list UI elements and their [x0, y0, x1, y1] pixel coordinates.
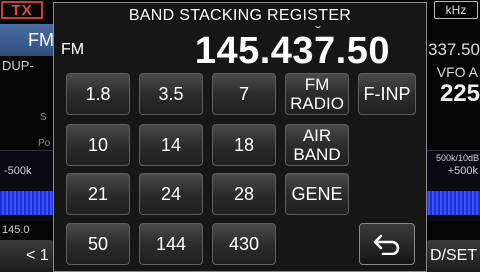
- band-button-7[interactable]: 7: [212, 73, 276, 115]
- frequency-input-button[interactable]: F-INP: [358, 73, 416, 115]
- return-arrow-icon: [373, 233, 401, 255]
- band-stacking-dialog: BAND STACKING REGISTER FM ˇ 145.437.50 1…: [53, 2, 427, 272]
- scope-left-span-label: -500k: [4, 165, 32, 177]
- band-button-14[interactable]: 14: [139, 124, 203, 166]
- air-band-button[interactable]: AIR BAND: [285, 124, 349, 166]
- dup-label: DUP-: [2, 58, 34, 73]
- vfo-label: VFO A: [436, 64, 478, 80]
- band-button-50[interactable]: 50: [66, 223, 130, 265]
- band-button-28[interactable]: 28: [212, 173, 276, 215]
- band-button-10[interactable]: 10: [66, 124, 130, 166]
- left-spectrum-scope: -500k: [0, 150, 54, 221]
- khz-indicator: kHz: [434, 1, 478, 19]
- band-button-430[interactable]: 430: [212, 223, 276, 265]
- air-band-label-line2: BAND: [293, 145, 341, 164]
- right-spectrum-scope: 500k/10dB +500k: [426, 150, 480, 221]
- dialog-title: BAND STACKING REGISTER: [128, 7, 352, 24]
- waterfall-band: [0, 191, 54, 215]
- sub-frequency: 337.50: [428, 40, 480, 59]
- general-coverage-button[interactable]: GENE: [285, 173, 349, 215]
- scope-scale-label: 500k/10dB: [435, 153, 479, 163]
- bottom-left-button[interactable]: < 1: [0, 240, 54, 272]
- mode-button[interactable]: FM: [0, 24, 58, 56]
- waterfall-band: [426, 191, 480, 215]
- band-button-3-5[interactable]: 3.5: [139, 73, 203, 115]
- band-button-21[interactable]: 21: [66, 173, 130, 215]
- po-meter-label: Po: [38, 138, 51, 149]
- sub-digits: 225: [439, 80, 480, 107]
- band-button-18[interactable]: 18: [212, 124, 276, 166]
- fm-radio-label-line2: RADIO: [290, 94, 344, 113]
- scope-right-span-label: +500k: [447, 165, 478, 177]
- dset-button[interactable]: D/SET: [426, 240, 480, 272]
- back-button[interactable]: [359, 223, 415, 265]
- frequency-display: 145.437.50: [194, 30, 390, 72]
- mode-label: FM: [61, 41, 85, 58]
- band-button-24[interactable]: 24: [139, 173, 203, 215]
- fm-radio-label-line1: FM: [304, 75, 330, 94]
- fm-radio-button[interactable]: FM RADIO: [285, 73, 349, 115]
- band-button-144[interactable]: 144: [139, 223, 203, 265]
- scope-center-freq: 145.0: [2, 224, 30, 236]
- s-meter-label: S: [40, 112, 47, 123]
- air-band-label-line1: AIR: [302, 126, 332, 145]
- tx-indicator: TX: [1, 1, 43, 19]
- band-button-1-8[interactable]: 1.8: [66, 73, 130, 115]
